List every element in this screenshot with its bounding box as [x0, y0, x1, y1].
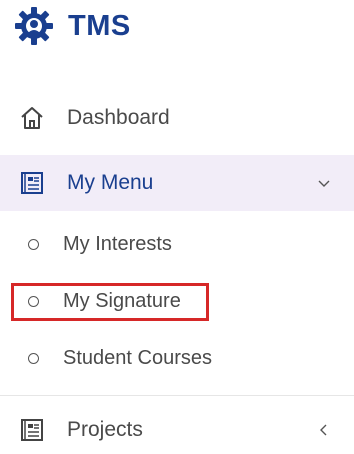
- submenu-item-label: My Interests: [63, 232, 172, 255]
- sidebar-nav: TMS Dashboard My Menu My Interests My Si…: [0, 0, 354, 449]
- document-list-icon: [21, 419, 43, 441]
- nav-item-label: Projects: [67, 418, 143, 441]
- submenu-item-my-interests[interactable]: My Interests: [0, 224, 354, 264]
- home-icon: [21, 107, 43, 129]
- submenu-item-label: Student Courses: [63, 346, 212, 369]
- circle-bullet-icon: [28, 238, 39, 250]
- submenu-item-student-courses[interactable]: Student Courses: [0, 338, 354, 378]
- chevron-left-icon[interactable]: [316, 422, 332, 438]
- highlight-box: [11, 283, 209, 321]
- gear-emblem-icon: [15, 7, 53, 45]
- nav-item-label: Dashboard: [67, 106, 170, 129]
- nav-item-dashboard[interactable]: Dashboard: [0, 94, 354, 142]
- circle-bullet-icon: [28, 352, 39, 364]
- chevron-down-icon[interactable]: [316, 175, 332, 191]
- nav-item-my-menu[interactable]: My Menu: [0, 155, 354, 211]
- document-list-icon: [21, 172, 43, 194]
- nav-item-projects[interactable]: Projects: [0, 406, 354, 454]
- brand-title: TMS: [68, 9, 131, 42]
- brand-header[interactable]: TMS: [12, 4, 131, 48]
- nav-item-label: My Menu: [67, 171, 154, 194]
